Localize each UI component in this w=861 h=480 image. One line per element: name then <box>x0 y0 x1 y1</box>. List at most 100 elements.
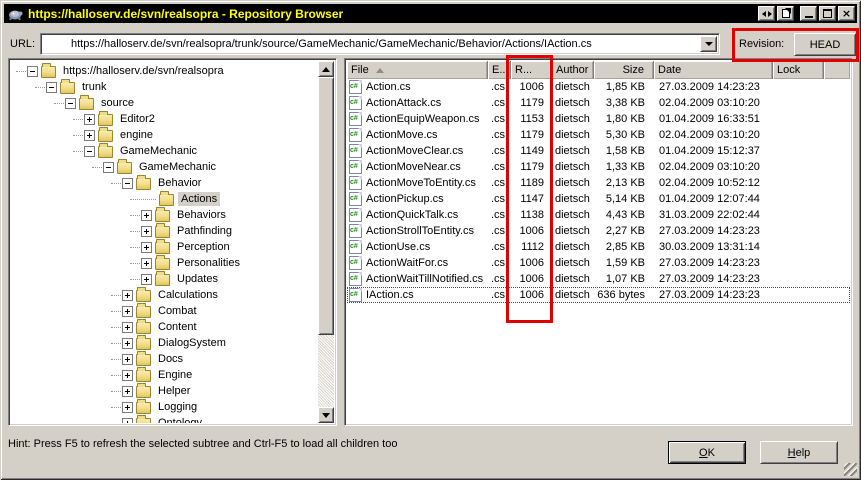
collapse-minus-icon[interactable] <box>27 66 38 77</box>
expand-plus-icon[interactable] <box>141 258 152 269</box>
folder-icon <box>98 130 113 142</box>
expand-plus-icon[interactable] <box>122 306 133 317</box>
expand-plus-icon[interactable] <box>141 210 152 221</box>
tree-item[interactable]: Logging <box>11 399 318 415</box>
folder-icon <box>136 290 151 302</box>
tree-item[interactable]: https://halloserv.de/svn/realsopra <box>11 63 318 79</box>
tree-item[interactable]: DialogSystem <box>11 335 318 351</box>
column-header-lock[interactable]: Lock <box>773 61 824 79</box>
tree-connector <box>130 215 140 216</box>
scroll-up-button[interactable] <box>318 61 334 77</box>
expand-plus-icon[interactable] <box>141 274 152 285</box>
tree-item[interactable]: source <box>11 95 318 111</box>
minimize-button[interactable] <box>800 6 817 21</box>
cell-rev: 1006 <box>511 289 552 301</box>
cell-date: 01.04.2009 15:12:37 <box>654 145 773 157</box>
column-header-size[interactable]: Size <box>594 61 654 79</box>
expand-plus-icon[interactable] <box>122 338 133 349</box>
tree-item[interactable]: Ontology <box>11 415 318 423</box>
close-button[interactable]: × <box>838 6 855 21</box>
tree-item[interactable]: Updates <box>11 271 318 287</box>
expand-plus-icon[interactable] <box>122 402 133 413</box>
cell-author: dietsch <box>552 97 594 109</box>
file-row[interactable]: ActionQuickTalk.cs.cs1138dietsch4,43 KB3… <box>347 207 850 223</box>
file-row[interactable]: ActionUse.cs.cs1112dietsch2,85 KB30.03.2… <box>347 239 850 255</box>
tree-item[interactable]: Behaviors <box>11 207 318 223</box>
revision-head-button[interactable]: HEAD <box>794 33 856 56</box>
tree-item[interactable]: Actions <box>11 191 318 207</box>
file-row[interactable]: ActionAttack.cs.cs1179dietsch3,38 KB02.0… <box>347 95 850 111</box>
tree-item[interactable]: Calculations <box>11 287 318 303</box>
tree-item[interactable]: Content <box>11 319 318 335</box>
tree-item[interactable]: GameMechanic <box>11 143 318 159</box>
file-row[interactable]: IAction.cs.cs1006dietsch636 bytes27.03.2… <box>347 287 850 303</box>
tree-item[interactable]: Behavior <box>11 175 318 191</box>
collapse-minus-icon[interactable] <box>46 82 57 93</box>
file-row[interactable]: ActionMove.cs.cs1179dietsch5,30 KB02.04.… <box>347 127 850 143</box>
expand-plus-icon[interactable] <box>84 130 95 141</box>
ok-button[interactable]: OK <box>668 441 746 464</box>
expand-plus-icon[interactable] <box>122 290 133 301</box>
file-row[interactable]: ActionWaitFor.cs.cs1006dietsch1,59 KB27.… <box>347 255 850 271</box>
file-row[interactable]: ActionWaitTillNotified.cs.cs1006dietsch1… <box>347 271 850 287</box>
dock-button[interactable] <box>758 6 775 21</box>
column-header-label: R... <box>515 64 532 76</box>
file-row[interactable]: ActionMoveToEntity.cs.cs1189dietsch2,13 … <box>347 175 850 191</box>
tree-item[interactable]: Pathfinding <box>11 223 318 239</box>
panel-splitter[interactable] <box>337 58 344 426</box>
resize-grip[interactable] <box>844 463 857 476</box>
column-header-rev[interactable]: R... <box>511 61 552 79</box>
collapse-minus-icon[interactable] <box>122 178 133 189</box>
tree-item[interactable]: engine <box>11 127 318 143</box>
tree-item[interactable]: Docs <box>11 351 318 367</box>
cell-rev: 1179 <box>511 97 552 109</box>
column-header-file[interactable]: File <box>347 61 488 79</box>
cell-size: 1,59 KB <box>594 257 654 269</box>
collapse-minus-icon[interactable] <box>84 146 95 157</box>
expand-plus-icon[interactable] <box>122 418 133 424</box>
cell-author: dietsch <box>552 225 594 237</box>
tree-item[interactable]: Editor2 <box>11 111 318 127</box>
expand-plus-icon[interactable] <box>122 322 133 333</box>
column-header-author[interactable]: Author <box>552 61 594 79</box>
expand-plus-icon[interactable] <box>122 370 133 381</box>
titlebar[interactable]: https://halloserv.de/svn/realsopra - Rep… <box>4 4 857 23</box>
file-row[interactable]: ActionStrollToEntity.cs.cs1006dietsch2,2… <box>347 223 850 239</box>
cell-ext: .cs <box>488 177 511 189</box>
tree-item[interactable]: Personalities <box>11 255 318 271</box>
cell-file: ActionMoveNear.cs <box>347 160 488 174</box>
tree-item[interactable]: Combat <box>11 303 318 319</box>
file-row[interactable]: Action.cs.cs1006dietsch1,85 KB27.03.2009… <box>347 79 850 95</box>
expand-plus-icon[interactable] <box>122 386 133 397</box>
expand-plus-icon[interactable] <box>122 354 133 365</box>
column-header-ext[interactable]: E.. <box>488 61 511 79</box>
tree-item[interactable]: Helper <box>11 383 318 399</box>
tree-item[interactable]: GameMechanic <box>11 159 318 175</box>
cell-author: dietsch <box>552 177 594 189</box>
expand-plus-icon[interactable] <box>141 226 152 237</box>
tree-item[interactable]: trunk <box>11 79 318 95</box>
column-header-date[interactable]: Date <box>654 61 773 79</box>
tree-item[interactable]: Engine <box>11 367 318 383</box>
maximize-button[interactable] <box>819 6 836 21</box>
cell-size: 2,13 KB <box>594 177 654 189</box>
file-row[interactable]: ActionEquipWeapon.cs.cs1153dietsch1,80 K… <box>347 111 850 127</box>
scrollbar-thumb[interactable] <box>318 77 334 335</box>
scroll-down-button[interactable] <box>318 407 334 423</box>
tree-item-label: Actions <box>178 192 220 206</box>
url-input[interactable] <box>71 36 696 52</box>
tree-scrollbar[interactable] <box>318 61 334 423</box>
expand-plus-icon[interactable] <box>84 114 95 125</box>
url-dropdown-button[interactable] <box>700 36 717 52</box>
collapse-minus-icon[interactable] <box>65 98 76 109</box>
tree-item[interactable]: Perception <box>11 239 318 255</box>
help-button[interactable]: Help <box>760 441 838 464</box>
file-row[interactable]: ActionMoveNear.cs.cs1179dietsch1,33 KB02… <box>347 159 850 175</box>
expand-plus-icon[interactable] <box>141 242 152 253</box>
file-row[interactable]: ActionMoveClear.cs.cs1149dietsch1,58 KB0… <box>347 143 850 159</box>
collapse-minus-icon[interactable] <box>103 162 114 173</box>
sendto-button[interactable] <box>777 6 794 21</box>
url-combobox[interactable] <box>40 33 720 55</box>
folder-icon <box>136 322 151 334</box>
file-row[interactable]: ActionPickup.cs.cs1147dietsch5,14 KB01.0… <box>347 191 850 207</box>
